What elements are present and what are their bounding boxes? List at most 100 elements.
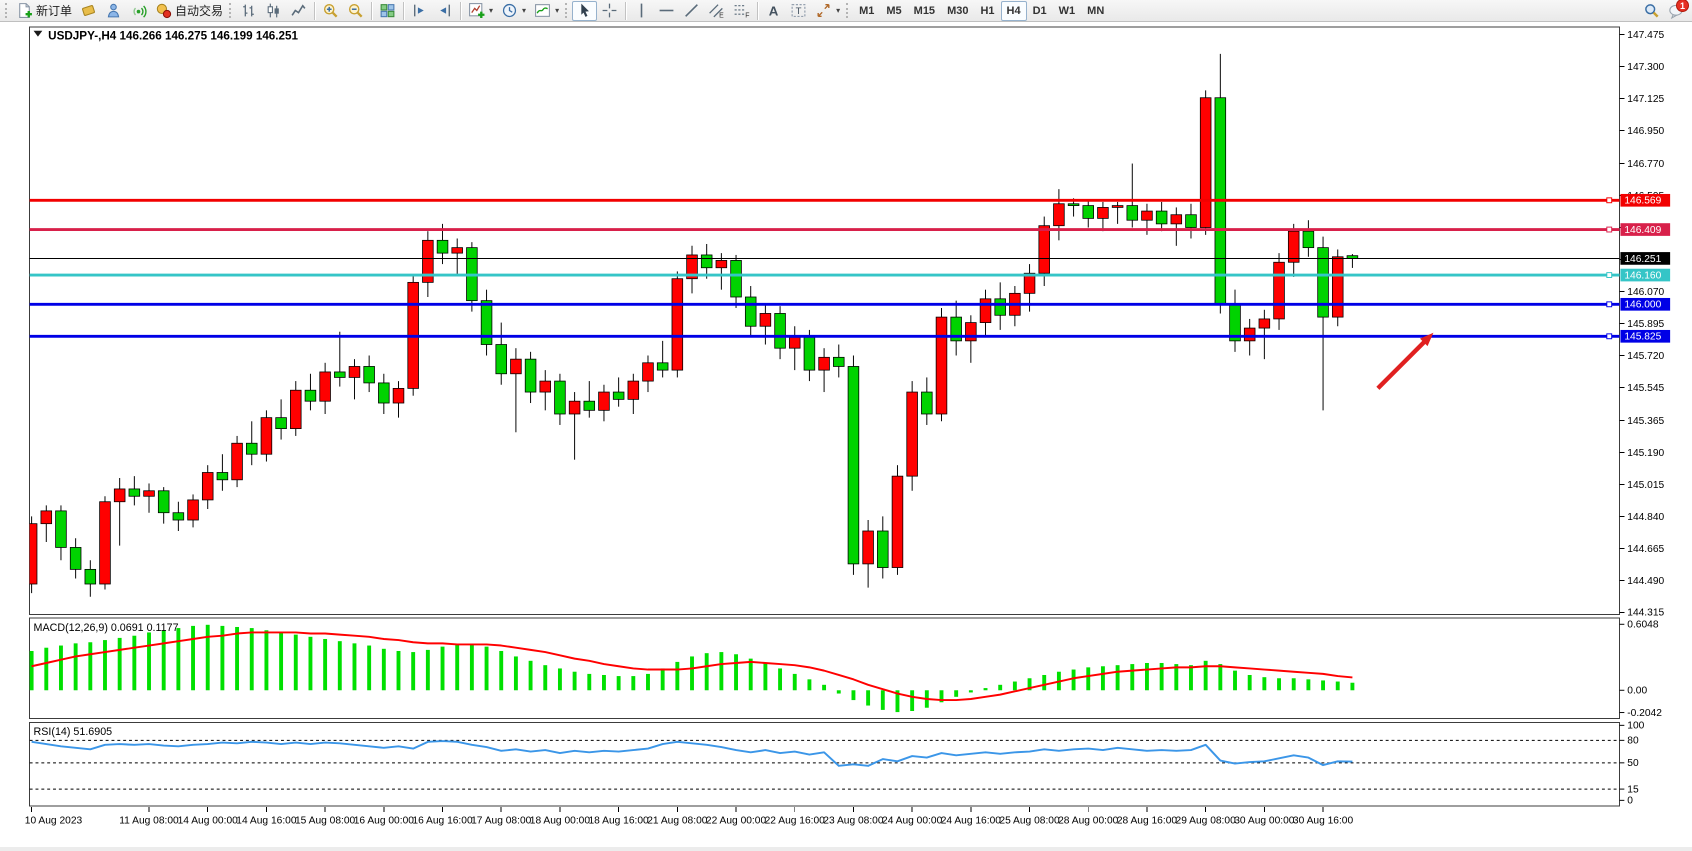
chevron-down-icon: ▾ bbox=[522, 6, 526, 15]
fibonacci-button[interactable]: F bbox=[729, 1, 754, 21]
templates-button[interactable]: ▾ bbox=[530, 1, 563, 21]
svg-text:16 Aug 00:00: 16 Aug 00:00 bbox=[354, 816, 415, 827]
svg-text:144.665: 144.665 bbox=[1627, 544, 1664, 555]
svg-text:80: 80 bbox=[1627, 736, 1639, 747]
svg-text:29 Aug 08:00: 29 Aug 08:00 bbox=[1176, 816, 1237, 827]
fibo-icon: F bbox=[733, 2, 750, 19]
svg-text:145.545: 145.545 bbox=[1627, 383, 1664, 394]
auto-scroll-button[interactable] bbox=[407, 1, 432, 21]
search-button[interactable] bbox=[1639, 1, 1664, 21]
timeframe-m30-button[interactable]: M30 bbox=[941, 1, 974, 21]
timeframe-h1-button[interactable]: H1 bbox=[974, 1, 1000, 21]
svg-text:F: F bbox=[745, 12, 749, 19]
svg-text:146.000: 146.000 bbox=[1624, 300, 1661, 311]
periods-button[interactable]: ▾ bbox=[497, 1, 530, 21]
indicators-icon bbox=[468, 2, 485, 19]
zoom-in-button[interactable] bbox=[318, 1, 343, 21]
autotrading-button[interactable]: 自动交易 bbox=[151, 1, 227, 21]
svg-text:E: E bbox=[719, 12, 724, 19]
svg-text:-0.2042: -0.2042 bbox=[1627, 708, 1662, 719]
svg-text:146.070: 146.070 bbox=[1627, 287, 1664, 298]
svg-text:15: 15 bbox=[1627, 785, 1639, 796]
svg-text:24 Aug 16:00: 24 Aug 16:00 bbox=[941, 816, 1002, 827]
zoom-out-icon bbox=[347, 2, 364, 19]
crosshair-button[interactable] bbox=[597, 1, 622, 21]
timeframe-h4-button[interactable]: H4 bbox=[1001, 1, 1027, 21]
svg-text:10 Aug 2023: 10 Aug 2023 bbox=[25, 816, 83, 827]
svg-text:11 Aug 08:00: 11 Aug 08:00 bbox=[119, 816, 179, 827]
svg-text:144.840: 144.840 bbox=[1627, 512, 1664, 523]
svg-text:18 Aug 00:00: 18 Aug 00:00 bbox=[530, 816, 591, 827]
text-button[interactable]: A bbox=[761, 1, 786, 21]
text-label-button[interactable]: T bbox=[786, 1, 811, 21]
svg-text:145.720: 145.720 bbox=[1627, 351, 1664, 362]
timeframe-mn-button[interactable]: MN bbox=[1081, 1, 1110, 21]
linechart-icon bbox=[290, 2, 307, 19]
svg-text:147.125: 147.125 bbox=[1627, 94, 1664, 105]
svg-text:30 Aug 00:00: 30 Aug 00:00 bbox=[1234, 816, 1295, 827]
toolbar: 新订单自动交易▾▾▾EFAT▾M1M5M15M30H1H4D1W1MN1 bbox=[0, 0, 1692, 22]
candlestick-chart-button[interactable] bbox=[261, 1, 286, 21]
new-chart-button[interactable] bbox=[76, 1, 101, 21]
chat-button[interactable]: 1 bbox=[1664, 1, 1689, 21]
indicators-button[interactable]: ▾ bbox=[464, 1, 497, 21]
timeframe-d1-button[interactable]: D1 bbox=[1027, 1, 1053, 21]
timeframe-w1-button[interactable]: W1 bbox=[1053, 1, 1082, 21]
horizontal-line-button[interactable] bbox=[654, 1, 679, 21]
svg-text:145.895: 145.895 bbox=[1627, 319, 1664, 330]
signals-button[interactable] bbox=[126, 1, 151, 21]
arrows-icon bbox=[815, 2, 832, 19]
svg-text:22 Aug 00:00: 22 Aug 00:00 bbox=[706, 816, 767, 827]
chartshift-icon bbox=[436, 2, 453, 19]
zoom-in-icon bbox=[322, 2, 339, 19]
chart-shift-button[interactable] bbox=[432, 1, 457, 21]
arrows-button[interactable]: ▾ bbox=[811, 1, 844, 21]
equidistant-channel-button[interactable]: E bbox=[704, 1, 729, 21]
chart-area[interactable]: 147.475147.300147.125146.950146.770146.5… bbox=[0, 22, 1692, 851]
chevron-down-icon: ▾ bbox=[489, 6, 493, 15]
line-chart-button[interactable] bbox=[286, 1, 311, 21]
mt4-window: 新订单自动交易▾▾▾EFAT▾M1M5M15M30H1H4D1W1MN1 147… bbox=[0, 0, 1692, 851]
svg-text:146.770: 146.770 bbox=[1627, 159, 1664, 170]
trendline-button[interactable] bbox=[679, 1, 704, 21]
new-order-button-label: 新订单 bbox=[36, 2, 72, 19]
channel-icon: E bbox=[708, 2, 725, 19]
textT-icon: T bbox=[790, 2, 807, 19]
rsi-label: RSI(14) 51.6905 bbox=[34, 726, 113, 738]
svg-text:146.569: 146.569 bbox=[1624, 196, 1661, 207]
timeframe-m1-button[interactable]: M1 bbox=[853, 1, 880, 21]
svg-text:146.160: 146.160 bbox=[1624, 270, 1661, 281]
template-icon bbox=[534, 2, 551, 19]
chevron-down-icon: ▾ bbox=[555, 6, 559, 15]
person-icon bbox=[105, 2, 122, 19]
zoom-out-button[interactable] bbox=[343, 1, 368, 21]
crosshair-icon bbox=[601, 2, 618, 19]
autotrade-icon bbox=[155, 2, 172, 19]
timeframe-m5-button[interactable]: M5 bbox=[880, 1, 907, 21]
window-bottom-edge bbox=[0, 847, 1692, 851]
notification-badge: 1 bbox=[1676, 0, 1689, 12]
svg-text:146.251: 146.251 bbox=[1624, 254, 1661, 265]
bar-chart-button[interactable] bbox=[236, 1, 261, 21]
svg-text:28 Aug 16:00: 28 Aug 16:00 bbox=[1117, 816, 1178, 827]
svg-text:0.6048: 0.6048 bbox=[1627, 620, 1659, 631]
svg-text:145.190: 145.190 bbox=[1627, 448, 1664, 459]
svg-text:17 Aug 08:00: 17 Aug 08:00 bbox=[471, 816, 532, 827]
svg-text:146.409: 146.409 bbox=[1624, 225, 1661, 236]
tile-windows-button[interactable] bbox=[375, 1, 400, 21]
cursor-button[interactable] bbox=[572, 1, 597, 21]
hline-icon bbox=[658, 2, 675, 19]
textA-icon: A bbox=[765, 2, 782, 19]
svg-text:145.015: 145.015 bbox=[1627, 480, 1664, 491]
svg-text:14 Aug 00:00: 14 Aug 00:00 bbox=[178, 816, 239, 827]
timeframe-m15-button[interactable]: M15 bbox=[908, 1, 941, 21]
autotrading-button-label: 自动交易 bbox=[175, 2, 223, 19]
vertical-line-button[interactable] bbox=[629, 1, 654, 21]
search-icon bbox=[1643, 2, 1660, 19]
new-order-button[interactable]: 新订单 bbox=[12, 1, 76, 21]
svg-text:16 Aug 16:00: 16 Aug 16:00 bbox=[412, 816, 473, 827]
svg-text:25 Aug 08:00: 25 Aug 08:00 bbox=[999, 816, 1060, 827]
metaeditor-button[interactable] bbox=[101, 1, 126, 21]
signal-icon bbox=[130, 2, 147, 19]
svg-text:144.490: 144.490 bbox=[1627, 576, 1664, 587]
